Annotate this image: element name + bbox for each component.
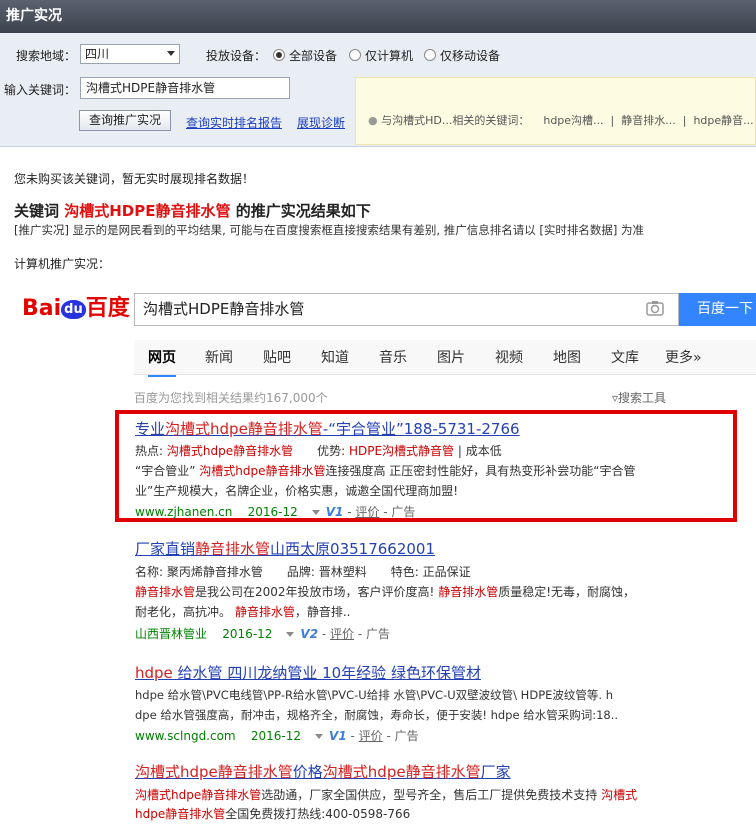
tab-zhidao[interactable]: 知道 bbox=[321, 347, 349, 367]
result-snippet: hdpe 给水管\PVC电线管\PP-R给水管\PVC-U给排 水管\PVC-U… bbox=[135, 688, 613, 702]
paw-icon: du bbox=[61, 300, 86, 319]
result-url-row: 山西晋林管业 2016-12 V2 - 评价 - 广告 bbox=[135, 627, 391, 641]
v-badge-icon: V1 bbox=[325, 505, 344, 519]
result-snippet: 沟槽式hdpe静音排水管选劭通，厂家全国供应，型号齐全，售后工厂提供免费技术支持… bbox=[135, 788, 638, 802]
result-title[interactable]: 沟槽式hdpe静音排水管价格沟槽式hdpe静音排水管厂家 bbox=[135, 761, 511, 782]
result-snippet: 业”生产规模大，名牌企业，价格实惠，诚邀全国代理商加盟! bbox=[135, 484, 459, 498]
dropdown-icon[interactable] bbox=[311, 510, 320, 515]
baidu-search-input[interactable]: 沟槽式HDPE静音排水管 bbox=[134, 293, 679, 326]
chevron-down-icon bbox=[167, 51, 175, 56]
result-snippet: 名称: 聚丙烯静音排水管 品牌: 晋林塑料 特色: 正品保证 bbox=[135, 565, 471, 579]
result-snippet: 静音排水管是我公司在2002年投放市场，客户评价度高! 静音排水管质量稳定!无毒… bbox=[135, 585, 636, 599]
query-button[interactable]: 查询推广实况 bbox=[79, 110, 171, 131]
dropdown-icon[interactable] bbox=[315, 734, 324, 739]
keyword-label: 输入关键词： bbox=[4, 83, 77, 97]
dropdown-icon[interactable] bbox=[286, 632, 295, 637]
v-badge-icon: V1 bbox=[329, 729, 347, 743]
search-tools[interactable]: ▿搜索工具 bbox=[612, 389, 666, 406]
radio-checked-icon bbox=[273, 49, 285, 61]
tab-tieba[interactable]: 贴吧 bbox=[263, 347, 291, 367]
result-count: 百度为您找到相关结果约167,000个 bbox=[134, 391, 328, 405]
realtime-report-link[interactable]: 查询实时排名报告 bbox=[186, 114, 282, 131]
related-keyword[interactable]: hdpe静音... bbox=[693, 114, 753, 127]
notice-text: 您未购买该关键词，暂无实时展现排名数据！ bbox=[14, 172, 255, 186]
region-value: 四川 bbox=[85, 47, 110, 61]
tab-more[interactable]: 更多» bbox=[665, 347, 702, 367]
tab-wenku[interactable]: 文库 bbox=[611, 347, 639, 367]
eval-link[interactable]: 评价 bbox=[330, 627, 354, 641]
device-option-all[interactable]: 全部设备 bbox=[273, 47, 337, 64]
v-badge-icon: V2 bbox=[300, 627, 319, 641]
eval-link[interactable]: 评价 bbox=[359, 729, 383, 743]
tab-map[interactable]: 地图 bbox=[553, 347, 581, 367]
lightbulb-icon: ● bbox=[368, 114, 378, 127]
result-title[interactable]: 专业沟槽式hdpe静音排水管-“宇合管业”188-5731-2766 bbox=[135, 418, 520, 439]
related-keywords-box bbox=[355, 77, 756, 145]
camera-icon[interactable] bbox=[646, 300, 664, 316]
related-keyword[interactable]: hdpe沟槽... bbox=[543, 114, 603, 127]
result-snippet: 耐老化，高抗冲。 静音排水管，静音排.. bbox=[135, 605, 351, 619]
eval-link[interactable]: 评价 bbox=[355, 505, 379, 519]
tab-music[interactable]: 音乐 bbox=[379, 347, 407, 367]
baidu-logo: Bai du 百度 bbox=[22, 296, 130, 321]
region-select[interactable]: 四川 bbox=[80, 44, 180, 64]
related-keyword[interactable]: 静音排水... bbox=[621, 114, 676, 127]
region-label: 搜索地域： bbox=[16, 49, 77, 63]
result-title[interactable]: hdpe 给水管 四川龙纳管业 10年经验 绿色环保管材 bbox=[135, 662, 481, 683]
tab-news[interactable]: 新闻 bbox=[205, 347, 233, 367]
device-option-mobile[interactable]: 仅移动设备 bbox=[424, 47, 500, 64]
tab-video[interactable]: 视频 bbox=[495, 347, 523, 367]
diagnose-link[interactable]: 展现诊断 bbox=[297, 114, 345, 131]
tab-images[interactable]: 图片 bbox=[437, 347, 465, 367]
related-keywords-row: ● 与沟槽式HD...相关的关键词： hdpe沟槽... | 静音排水... |… bbox=[368, 114, 754, 127]
pc-label: 计算机推广实况： bbox=[14, 257, 111, 271]
result-description: [推广实况] 显示的是网民看到的平均结果, 可能与在百度搜索框直接搜索结果有差别… bbox=[14, 223, 645, 237]
radio-icon bbox=[424, 49, 436, 61]
radio-icon bbox=[349, 49, 361, 61]
keyword-input[interactable]: 沟槽式HDPE静音排水管 bbox=[80, 77, 290, 99]
result-snippet: “宇合管业” 沟槽式hdpe静音排水管连接强度高 正压密封性能好，具有热变形补尝… bbox=[135, 464, 636, 478]
device-label: 投放设备： bbox=[206, 49, 267, 63]
tab-web[interactable]: 网页 bbox=[148, 347, 176, 377]
device-option-pc[interactable]: 仅计算机 bbox=[349, 47, 413, 64]
result-heading: 关键词 沟槽式HDPE静音排水管 的推广实况结果如下 bbox=[14, 202, 371, 220]
result-title[interactable]: 厂家直销静音排水管山西太原03517662001 bbox=[135, 538, 435, 559]
result-snippet: 热点: 沟槽式hdpe静音排水管 优势: HDPE沟槽式静音管 | 成本低 bbox=[135, 444, 502, 458]
page-title: 推广实况 bbox=[0, 0, 756, 33]
result-url-row: www.sclngd.com 2016-12 V1 - 评价 - 广告 bbox=[135, 729, 419, 743]
result-snippet: hdpe静音排水管全国免费拨打热线:400-0598-766 bbox=[135, 807, 411, 821]
baidu-search-button[interactable]: 百度一下 bbox=[679, 293, 756, 326]
result-url-row: www.zjhanen.cn 2016-12 V1 - 评价 - 广告 bbox=[135, 505, 416, 519]
result-snippet: dpe 给水管强度高，耐冲击，规格齐全，耐腐蚀，寿命长，便于安装! hdpe 给… bbox=[135, 708, 619, 722]
baidu-nav-tabs: 网页 新闻 贴吧 知道 音乐 图片 视频 地图 文库 更多» bbox=[134, 340, 756, 377]
